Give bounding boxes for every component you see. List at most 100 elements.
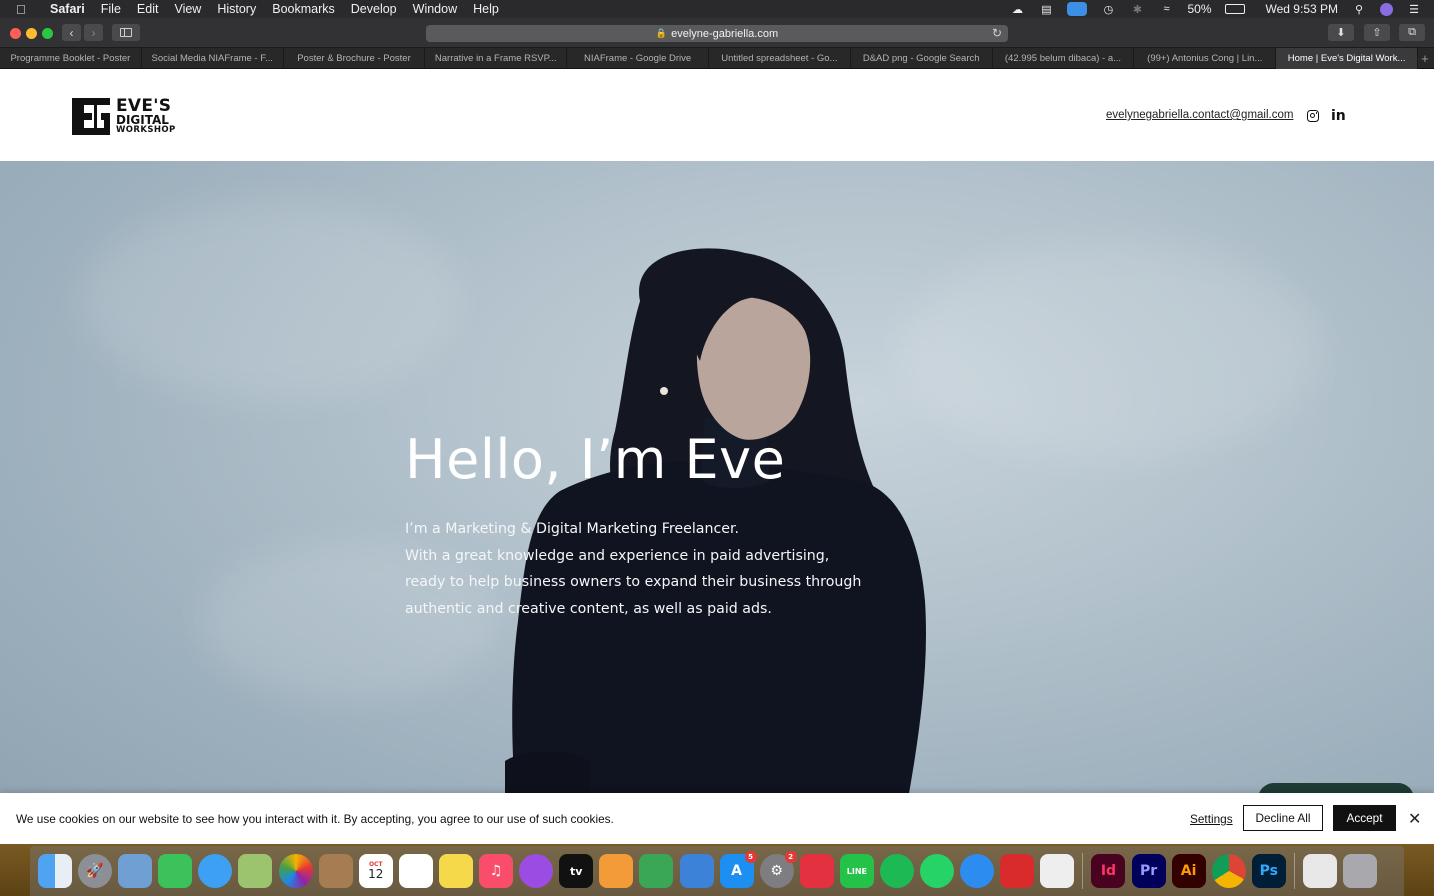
illustrator-icon[interactable]: Ai <box>1171 854 1206 888</box>
back-button[interactable]: ‹ <box>62 24 81 41</box>
documents-stack-icon[interactable] <box>1302 854 1337 888</box>
dock-separator <box>1082 853 1084 889</box>
sidebar-toggle-button[interactable] <box>112 24 140 41</box>
spotify-icon[interactable] <box>879 854 914 888</box>
dock-separator <box>1293 853 1295 889</box>
menu-file[interactable]: File <box>101 2 121 16</box>
notification-center-icon[interactable]: ☰ <box>1406 3 1422 16</box>
keynote-icon[interactable] <box>679 854 714 888</box>
tab-narrative-rsvp[interactable]: Narrative in a Frame RSVP... <box>425 48 568 69</box>
display-icon[interactable]: ▤ <box>1038 3 1054 16</box>
cookie-settings-link[interactable]: Settings <box>1190 812 1233 826</box>
hero-description: I’m a Marketing & Digital Marketing Free… <box>405 516 865 622</box>
battery-icon[interactable] <box>1224 4 1245 14</box>
hero-description-line: I’m a Marketing & Digital Marketing Free… <box>405 521 740 537</box>
maps-icon[interactable] <box>238 854 273 888</box>
tab-eves-digital-workshop[interactable]: Home | Eve's Digital Work... <box>1276 48 1418 69</box>
minimize-window-button[interactable] <box>26 28 37 39</box>
menu-view[interactable]: View <box>174 2 201 16</box>
calendar-icon[interactable]: OCT 12 <box>358 854 393 888</box>
tab-untitled-spreadsheet[interactable]: Untitled spreadsheet - Go... <box>709 48 851 69</box>
line-icon[interactable]: LINE <box>839 854 874 888</box>
macos-menu-bar:  Safari File Edit View History Bookmark… <box>0 0 1434 18</box>
creative-cloud-icon[interactable]: ☁ <box>1009 3 1025 16</box>
system-preferences-icon[interactable]: ⚙ 2 <box>759 851 797 888</box>
menu-clock[interactable]: Wed 9:53 PM <box>1266 2 1338 16</box>
photoshop-icon[interactable]: Ps <box>1251 854 1286 888</box>
time-machine-icon[interactable]: ◷ <box>1100 3 1116 16</box>
menu-window[interactable]: Window <box>413 2 457 16</box>
messages-icon[interactable] <box>198 854 233 888</box>
premiere-icon[interactable]: Pr <box>1131 854 1166 888</box>
new-tab-plus-icon[interactable]: + <box>1418 48 1432 68</box>
notes-icon[interactable] <box>438 854 473 888</box>
hero-section: Hello, I’m Eve I’m a Marketing & Digital… <box>0 161 1434 844</box>
menu-help[interactable]: Help <box>473 2 499 16</box>
cookie-message: We use cookies on our website to see how… <box>16 812 614 826</box>
tab-overview-button[interactable]: ⧉ <box>1399 24 1425 41</box>
app-store-icon[interactable]: A5 <box>719 851 757 888</box>
textedit-icon[interactable] <box>1040 854 1075 888</box>
preview-icon[interactable] <box>118 854 153 888</box>
numbers-icon[interactable] <box>639 854 674 888</box>
calendar-day: 12 <box>368 867 384 881</box>
hero-title: Hello, I’m Eve <box>405 428 786 491</box>
hero-description-line: authentic and creative content, as well … <box>405 600 772 617</box>
decline-all-button[interactable]: Decline All <box>1243 805 1323 831</box>
apple-icon[interactable]:  <box>16 2 32 17</box>
spotlight-search-icon[interactable]: ⚲ <box>1351 3 1367 16</box>
contacts-icon[interactable] <box>318 854 353 888</box>
menu-bookmarks[interactable]: Bookmarks <box>272 2 335 16</box>
close-icon[interactable]: ✕ <box>1408 809 1421 829</box>
podcasts-icon[interactable] <box>519 854 554 888</box>
tab-programme-booklet[interactable]: Programme Booklet - Poster <box>0 48 142 69</box>
forward-button[interactable]: › <box>84 24 103 41</box>
creative-cloud-app-icon[interactable] <box>799 854 834 888</box>
tab-dad-search[interactable]: D&AD png - Google Search <box>851 48 993 69</box>
menu-app-name[interactable]: Safari <box>50 2 85 16</box>
tab-niaframe-drive[interactable]: NIAFrame - Google Drive <box>567 48 709 69</box>
bluetooth-icon[interactable]: ✱ <box>1129 3 1145 16</box>
screen-share-icon[interactable] <box>1067 2 1088 16</box>
safari-toolbar: ‹ › 🔒 evelyne-gabriella.com ↻ ⬇ ⇧ ⧉ <box>0 18 1434 48</box>
tab-social-media-niaframe[interactable]: Social Media NIAFrame - F... <box>142 48 284 69</box>
instagram-icon[interactable] <box>1307 110 1319 122</box>
close-window-button[interactable] <box>10 28 21 39</box>
apple-tv-icon[interactable]: tv <box>559 854 594 888</box>
accept-button[interactable]: Accept <box>1333 805 1396 831</box>
fullscreen-window-button[interactable] <box>42 28 53 39</box>
launchpad-icon[interactable]: 🚀 <box>78 854 113 888</box>
reload-icon[interactable]: ↻ <box>992 26 1002 40</box>
eg-monogram-icon <box>72 98 110 135</box>
menu-edit[interactable]: Edit <box>137 2 159 16</box>
finder-icon[interactable] <box>38 854 72 888</box>
downloads-button[interactable]: ⬇ <box>1328 24 1354 41</box>
whatsapp-icon[interactable] <box>920 854 955 888</box>
contact-email-link[interactable]: evelynegabriella.contact@gmail.com <box>1106 109 1293 121</box>
indesign-icon[interactable]: Id <box>1091 854 1126 888</box>
share-button[interactable]: ⇧ <box>1364 24 1390 41</box>
music-icon[interactable]: ♫ <box>479 854 514 888</box>
settings-badge: 2 <box>784 851 797 863</box>
tab-poster-brochure[interactable]: Poster & Brochure - Poster <box>284 48 426 69</box>
site-logo[interactable]: EVE'S DIGITAL WORKSHOP <box>72 98 176 135</box>
chrome-icon[interactable] <box>1211 854 1246 888</box>
hero-description-line: With a great knowledge and experience in… <box>405 547 830 564</box>
menu-history[interactable]: History <box>217 2 256 16</box>
battery-percent: 50% <box>1187 2 1212 16</box>
wifi-icon[interactable]: ≈ <box>1158 3 1174 15</box>
trash-icon[interactable] <box>1343 854 1377 888</box>
address-bar[interactable]: 🔒 evelyne-gabriella.com ↻ <box>426 25 1008 42</box>
safari-icon[interactable] <box>960 854 995 888</box>
tab-linkedin[interactable]: (99+) Antonius Cong | Lin... <box>1134 48 1277 69</box>
reminders-icon[interactable] <box>398 854 433 888</box>
pages-icon[interactable] <box>599 854 634 888</box>
photos-icon[interactable] <box>278 854 313 888</box>
user-avatar-icon[interactable] <box>1380 2 1393 16</box>
linkedin-icon[interactable]: in <box>1331 108 1346 124</box>
facetime-icon[interactable] <box>158 854 193 888</box>
tab-mail[interactable]: (42.995 belum dibaca) - a... <box>993 48 1135 69</box>
menu-develop[interactable]: Develop <box>351 2 397 16</box>
acrobat-icon[interactable] <box>1000 854 1035 888</box>
cookie-banner: We use cookies on our website to see how… <box>0 793 1434 844</box>
